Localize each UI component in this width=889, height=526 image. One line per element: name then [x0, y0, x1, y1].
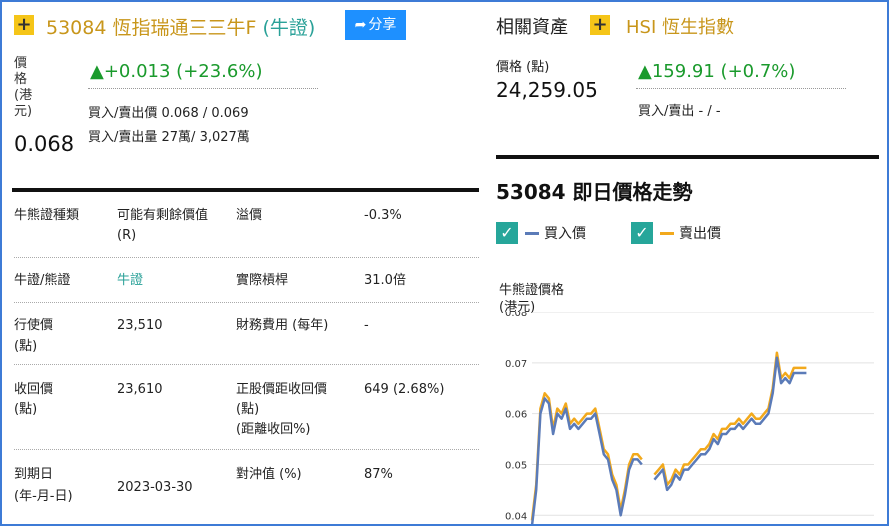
- series-line-bid: [530, 356, 807, 524]
- share-icon: ➦: [354, 17, 367, 33]
- table-row: 行使價 (點) 23,510 財務費用 (每年) -: [14, 303, 479, 365]
- share-button[interactable]: ➦ 分享: [345, 10, 406, 40]
- y-tick-label-4: 0.04: [505, 511, 527, 522]
- row-value: 31.0倍: [364, 273, 406, 288]
- y-tick-label-0: 0.08: [505, 312, 527, 319]
- row-label-unit: (點): [14, 339, 38, 354]
- related-price-label: 價格 (點): [496, 60, 550, 75]
- row-value: 23,510: [117, 318, 163, 333]
- warrant-code-name: 53084 恆指瑞通三三牛F: [46, 17, 257, 39]
- checkbox-checked-icon[interactable]: ✓: [496, 222, 518, 244]
- chart-title: 53084 即日價格走勢: [496, 180, 693, 204]
- legend-bid-swatch: [525, 232, 539, 235]
- row-label: 到期日: [14, 467, 54, 482]
- add-to-watchlist-icon[interactable]: +: [14, 15, 34, 35]
- y-tick-label-3: 0.05: [505, 460, 527, 471]
- price-change: ▲+0.013 (+23.6%): [90, 61, 263, 82]
- row-value: 23,610: [117, 382, 163, 397]
- table-row: 牛證/熊證 牛證 實際槓桿 31.0倍: [14, 258, 479, 303]
- row-label: 溢價: [236, 208, 263, 223]
- y-tick-label-2: 0.06: [505, 410, 527, 421]
- share-button-label: 分享: [368, 17, 397, 33]
- legend-ask-label: 賣出價: [679, 226, 721, 242]
- up-triangle-icon: ▲: [90, 61, 104, 82]
- row-value: 2023-03-30: [117, 480, 193, 495]
- row-value: 649 (2.68%): [364, 382, 445, 397]
- row-label-note: (距離收回%): [236, 422, 311, 437]
- row-label: 對沖值 (%): [236, 467, 302, 482]
- row-value: 可能有剩餘價值: [117, 208, 209, 223]
- row-label: 實際槓桿: [236, 273, 289, 288]
- table-row: 收回價 (點) 23,610 正股價距收回價 (點) (距離收回%) 649 (…: [14, 365, 479, 450]
- divider: [88, 88, 318, 89]
- row-value-note: (R): [117, 228, 137, 243]
- section-divider: [12, 188, 479, 192]
- row-label: 行使價: [14, 318, 54, 333]
- row-label: 收回價: [14, 382, 54, 397]
- row-value: 87%: [364, 467, 393, 482]
- price-label: 價 格 (港 元): [14, 56, 33, 119]
- table-row: 牛熊證種類 可能有剩餘價值 (R) 溢價 -0.3%: [14, 198, 479, 258]
- add-asset-icon[interactable]: +: [590, 15, 610, 35]
- row-label-unit: (點): [236, 402, 260, 417]
- section-divider: [496, 155, 879, 159]
- warrant-type-label: (牛證): [262, 17, 316, 39]
- checkbox-checked-icon[interactable]: ✓: [631, 222, 653, 244]
- price-value: 0.068: [14, 132, 75, 156]
- y-tick-label-1: 0.07: [505, 359, 527, 370]
- table-row: 到期日 (年-月-日) 2023-03-30 對沖值 (%) 87%: [14, 450, 479, 510]
- related-asset-heading: 相關資產: [496, 17, 568, 38]
- chart-y-axis-title: 牛熊證價格 (港元): [499, 283, 565, 315]
- bid-ask-volume: 買入/賣出量 27萬/ 3,027萬: [88, 130, 250, 145]
- up-triangle-icon: ▲: [638, 61, 652, 82]
- related-price-value: 24,259.05: [496, 78, 598, 102]
- price-chart: 0.08 0.07 0.06 0.05 0.04: [505, 312, 874, 524]
- legend-bid-label: 買入價: [544, 226, 586, 242]
- bid-ask-price: 買入/賣出價 0.068 / 0.069: [88, 106, 249, 121]
- row-value: 牛證: [117, 273, 144, 288]
- related-bid-ask: 買入/賣出 - / -: [638, 104, 721, 119]
- row-label-unit: (點): [14, 402, 38, 417]
- warrant-title: 53084 恆指瑞通三三牛F (牛證): [46, 13, 315, 40]
- page-frame: + 53084 恆指瑞通三三牛F (牛證) ➦ 分享 價 格 (港 元) 0.06…: [0, 0, 889, 526]
- related-asset-name[interactable]: HSI 恆生指數: [626, 13, 734, 39]
- divider: [636, 88, 846, 89]
- row-label: 牛證/熊證: [14, 273, 71, 288]
- related-price-change: ▲159.91 (+0.7%): [638, 61, 796, 82]
- row-value: -: [364, 318, 369, 333]
- row-label: 財務費用 (每年): [236, 318, 329, 333]
- row-value: -0.3%: [364, 208, 402, 223]
- row-label: 牛熊證種類: [14, 208, 80, 223]
- series-line-ask: [530, 351, 807, 521]
- legend-ask-swatch: [660, 232, 674, 235]
- row-label: 正股價距收回價: [236, 382, 328, 397]
- row-label-unit: (年-月-日): [14, 489, 73, 504]
